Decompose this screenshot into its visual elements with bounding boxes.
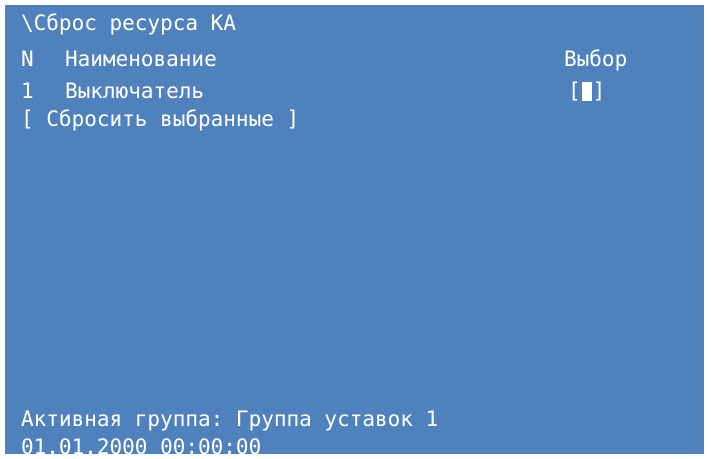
item-name: Выключатель: [65, 79, 205, 103]
checkbox-close-bracket: ]: [592, 79, 606, 103]
column-number-header: N: [21, 47, 34, 71]
checkbox-selected-indicator: [581, 82, 592, 101]
column-name-header: Наименование: [65, 47, 217, 71]
active-group-status: Активная группа: Группа уставок 1: [21, 407, 439, 431]
checkbox-open-bracket: [: [568, 79, 581, 103]
reset-selected-button[interactable]: [ Сбросить выбранные ]: [21, 107, 299, 131]
item-number: 1: [21, 79, 34, 103]
device-screen: \Сброс ресурса КА N Наименование Выбор 1…: [5, 5, 704, 454]
item-select-checkbox[interactable]: []: [568, 79, 605, 103]
column-choice-header: Выбор: [564, 47, 628, 71]
datetime-status: 01.01.2000 00:00:00: [21, 435, 262, 454]
screen-title: \Сброс ресурса КА: [21, 11, 236, 35]
